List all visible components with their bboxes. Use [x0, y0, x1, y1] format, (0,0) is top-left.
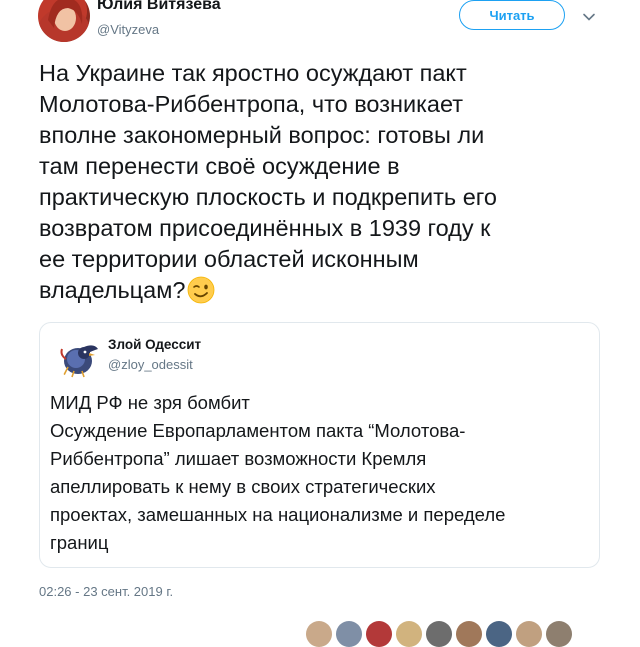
author-name[interactable]: Юлия Витязева [97, 0, 221, 14]
liker-avatars [306, 621, 572, 647]
quoted-tweet-line: проектах, замешанных на национализме и п… [50, 504, 506, 525]
quoted-author-avatar[interactable] [54, 331, 102, 379]
tweet-text: На Украине так яростно осуждают пакт Мол… [39, 58, 609, 306]
tweet-line: Молотова-Риббентропа, что возникает [39, 91, 464, 117]
tweet-timestamp[interactable]: 02:26 - 23 сент. 2019 г. [39, 584, 173, 599]
tweet-line: практическую плоскость и подкрепить его [39, 184, 497, 210]
author-handle[interactable]: @Vityzeva [97, 22, 159, 37]
tweet-line: ее территории областей исконным [39, 246, 419, 272]
tweet-line: вполне закономерный вопрос: готовы ли [39, 122, 485, 148]
avatar-portrait [38, 0, 90, 42]
tweet-line: На Украине так яростно осуждают пакт [39, 60, 467, 86]
tweet-last-line: владельцам? [39, 275, 609, 306]
tweet-line: владельцам? [39, 277, 186, 303]
liker-avatar[interactable] [516, 621, 542, 647]
liker-avatar[interactable] [396, 621, 422, 647]
liker-avatar[interactable] [306, 621, 332, 647]
liker-avatar[interactable] [336, 621, 362, 647]
liker-avatar[interactable] [546, 621, 572, 647]
liker-avatar[interactable] [366, 621, 392, 647]
quoted-tweet-line: МИД РФ не зря бомбит [50, 392, 250, 413]
quoted-tweet-line: Осуждение Европарламентом пакта “Молотов… [50, 420, 466, 441]
quoted-author-name[interactable]: Злой Одессит [108, 337, 201, 352]
quoted-tweet-line: апеллировать к нему в своих стратегическ… [50, 476, 436, 497]
bird-icon [60, 345, 98, 378]
tweet-line: возвратом присоединённых в 1939 году к [39, 215, 491, 241]
follow-button[interactable]: Читать [459, 0, 565, 30]
quoted-tweet-line: границ [50, 532, 109, 553]
author-avatar[interactable] [38, 0, 90, 42]
chevron-down-icon[interactable] [582, 10, 596, 24]
liker-avatar[interactable] [426, 621, 452, 647]
winking-face-emoji [188, 276, 215, 304]
quoted-tweet-line: Риббентропа” лишает возможности Кремля [50, 448, 427, 469]
tweet-line: там перенести своё осуждение в [39, 153, 400, 179]
liker-avatar[interactable] [486, 621, 512, 647]
quoted-tweet-card[interactable]: Злой Одессит @zloy_odessit МИД РФ не зря… [39, 322, 600, 568]
liker-avatar[interactable] [456, 621, 482, 647]
quoted-author-handle[interactable]: @zloy_odessit [108, 357, 193, 372]
